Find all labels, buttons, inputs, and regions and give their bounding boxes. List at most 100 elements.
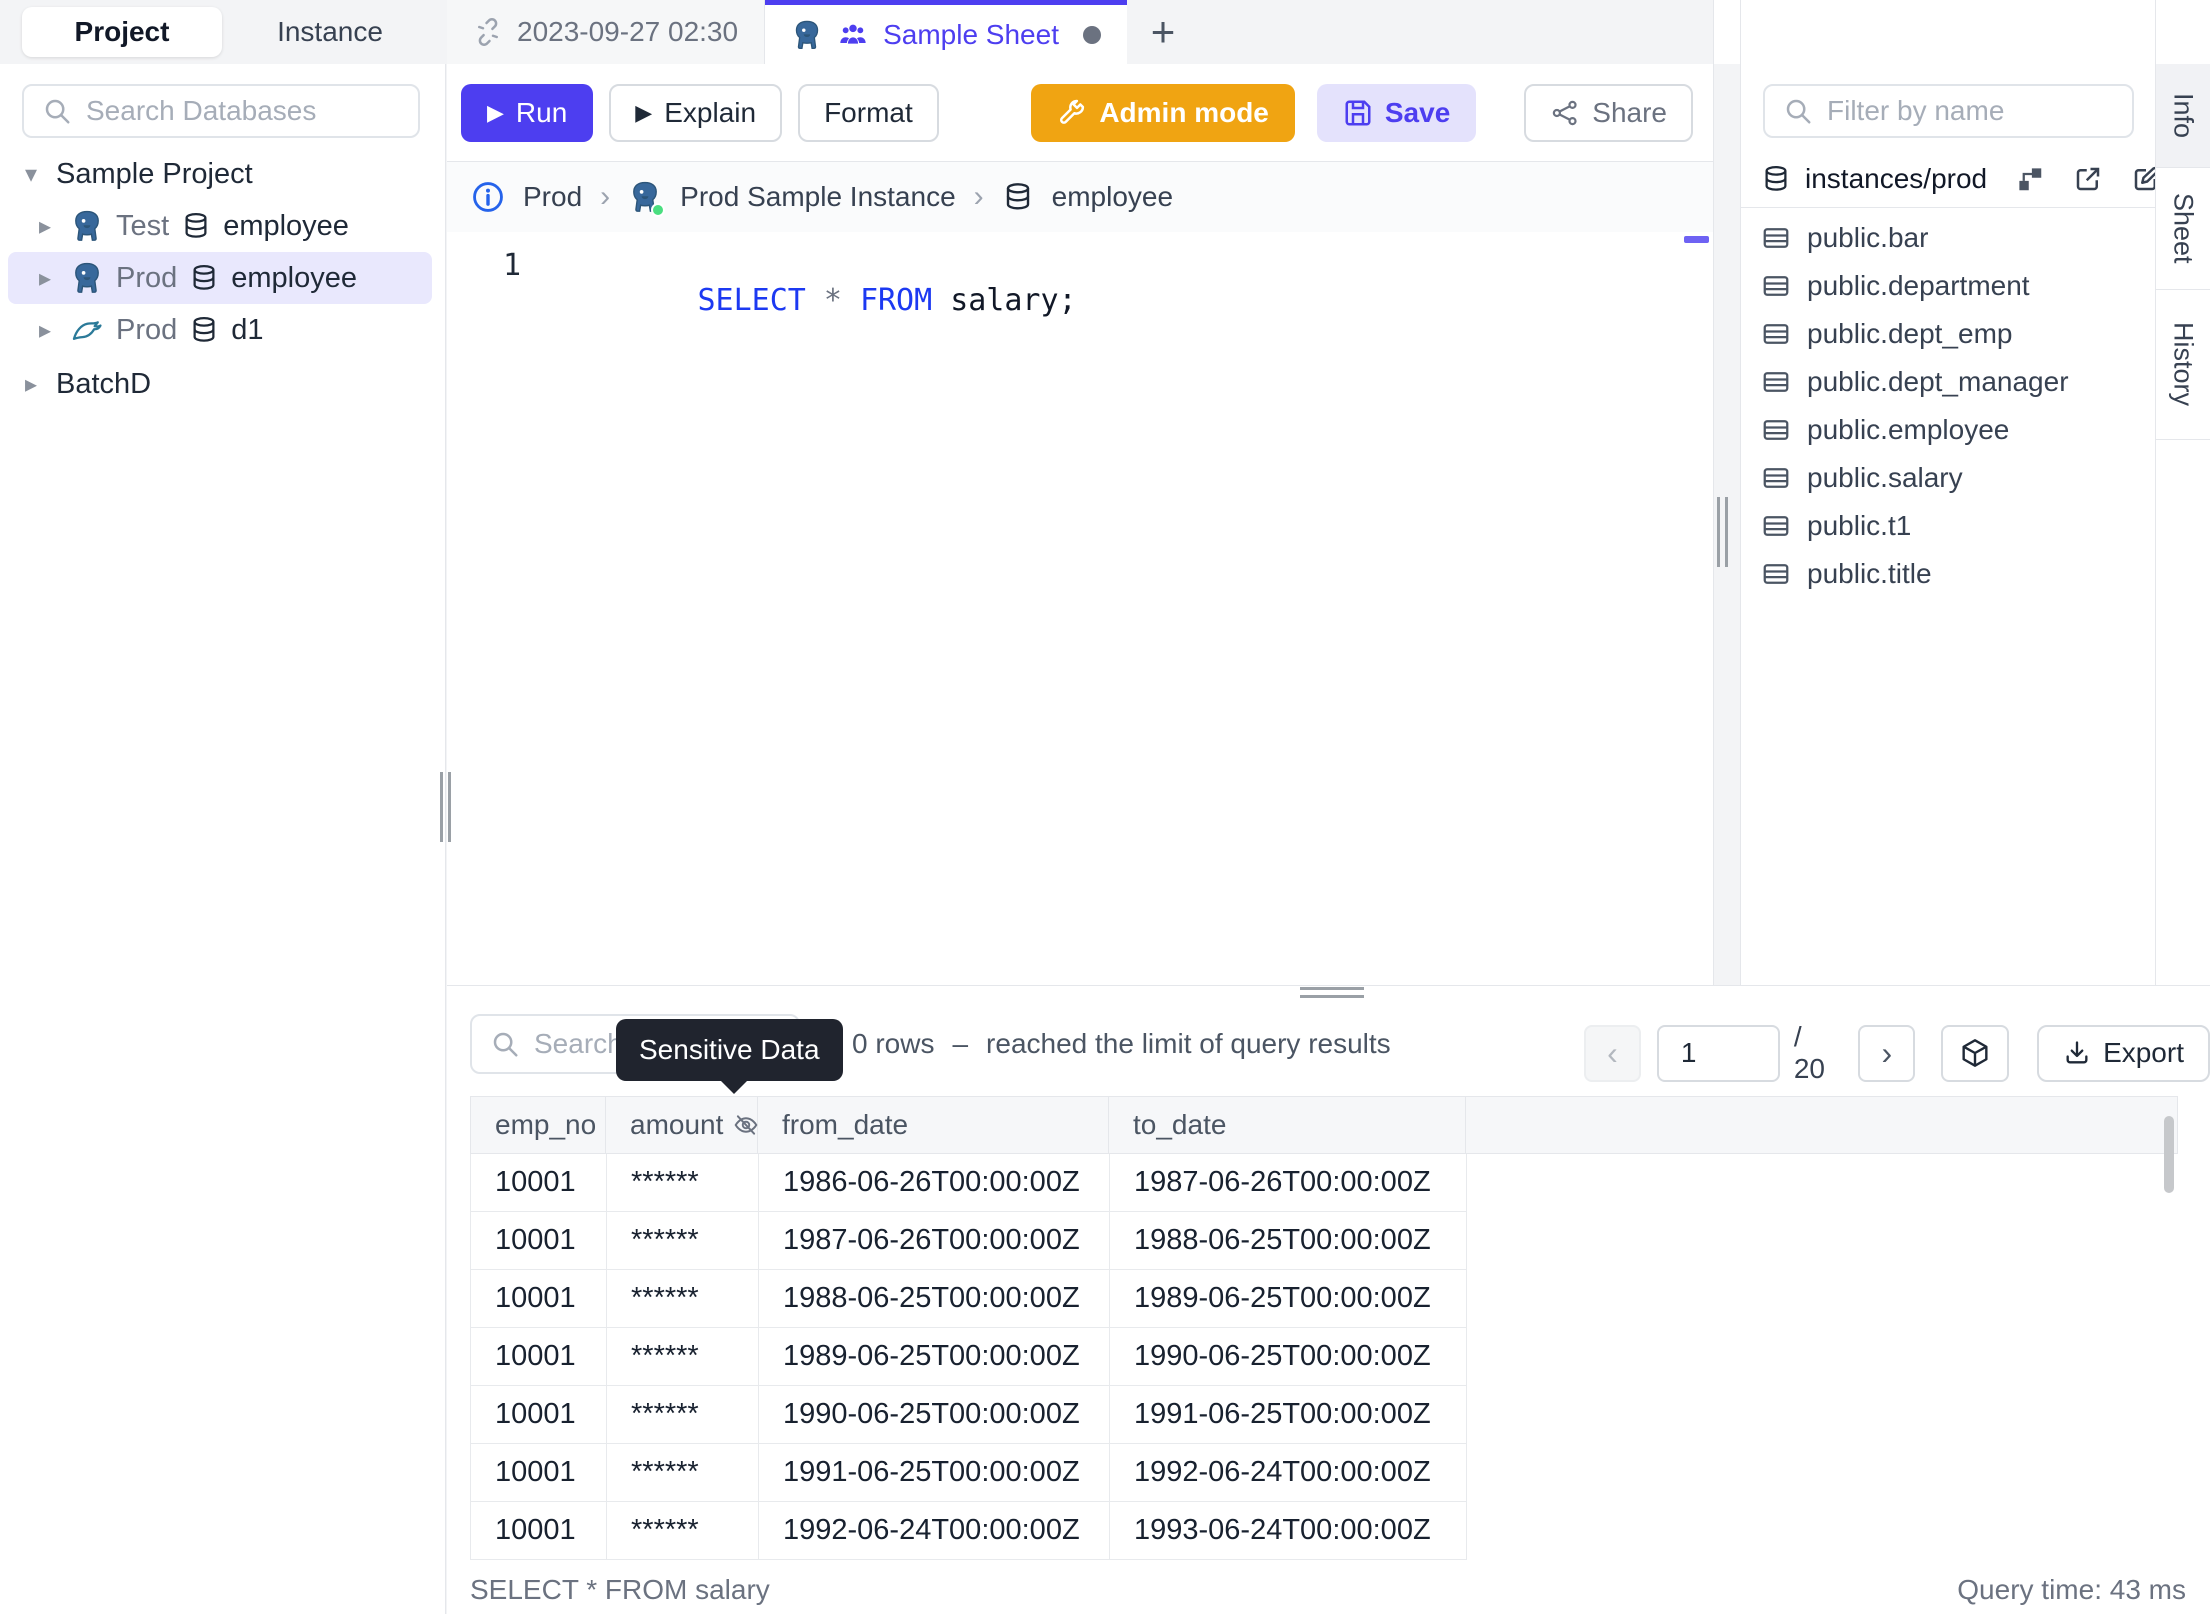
visualize-button[interactable] xyxy=(1941,1024,2010,1082)
caret-right-icon[interactable]: ▸ xyxy=(32,212,58,241)
database-icon xyxy=(189,315,219,345)
share-button[interactable]: Share xyxy=(1524,83,1693,142)
breadcrumb-database[interactable]: employee xyxy=(1052,181,1173,213)
sheet-tab-datetime[interactable]: 2023-09-27 02:30 xyxy=(447,0,766,64)
query-results-panel: 0 rows – reached the limit of query resu… xyxy=(447,985,2210,1614)
info-icon[interactable] xyxy=(471,180,505,214)
admin-mode-button[interactable]: Admin mode xyxy=(1031,83,1295,142)
connection-row: instances/prod xyxy=(1741,150,2155,208)
page-number-input[interactable] xyxy=(1656,1024,1780,1082)
tree-node-test-employee[interactable]: ▸ Test employee xyxy=(24,202,357,250)
explain-button[interactable]: ▶ Explain xyxy=(609,83,783,142)
unlink-icon xyxy=(473,17,503,47)
sheet-tab-bar: 2023-09-27 02:30 Sample Sheet + xyxy=(447,0,1713,64)
table-row[interactable]: 10001 ****** 1988-06-25T00:00:00Z 1989-06-2… xyxy=(470,1270,1467,1328)
grid-header-filler xyxy=(1466,1097,2178,1153)
external-link-icon[interactable] xyxy=(2073,164,2103,194)
schema-diagram-icon[interactable] xyxy=(2015,164,2045,194)
right-panel-resize-handle[interactable] xyxy=(1717,497,1728,567)
save-button[interactable]: Save xyxy=(1316,83,1477,142)
breadcrumb-instance[interactable]: Prod Sample Instance xyxy=(680,181,956,213)
database-icon xyxy=(1002,181,1034,213)
tab-project[interactable]: Project xyxy=(22,7,222,57)
vertical-tab-sheet[interactable]: Sheet xyxy=(2156,168,2210,290)
database-label: d1 xyxy=(231,313,264,346)
format-button[interactable]: Format xyxy=(798,83,939,142)
results-scrollbar[interactable] xyxy=(2164,1116,2174,1193)
tree-node-batchd[interactable]: ▸ BatchD xyxy=(10,360,159,408)
tree-node-prod-d1[interactable]: ▸ Prod d1 xyxy=(24,306,272,354)
table-row[interactable]: 10001 ****** 1991-06-25T00:00:00Z 1992-06-2… xyxy=(470,1444,1467,1502)
table-list: public.bar public.department public.dept… xyxy=(1741,214,2155,598)
left-sidebar: Project Instance ▾ Sample Project ▸ Test… xyxy=(0,0,446,1614)
query-time: Query time: 43 ms xyxy=(1957,1574,2186,1605)
column-header-from-date[interactable]: from_date xyxy=(758,1097,1109,1153)
table-icon xyxy=(1761,271,1791,301)
connection-name: instances/prod xyxy=(1805,162,1988,194)
database-label: employee xyxy=(231,261,358,294)
run-button[interactable]: ▶ Run xyxy=(461,83,594,142)
search-databases-input[interactable] xyxy=(86,95,400,127)
sheet-tab-sample-sheet[interactable]: Sample Sheet xyxy=(765,0,1127,64)
database-icon xyxy=(1761,164,1791,194)
filter-box xyxy=(1763,84,2134,138)
column-header-amount[interactable]: amount xyxy=(606,1097,758,1153)
sidebar-resize-handle[interactable] xyxy=(440,772,451,842)
environment-label: Test xyxy=(116,209,170,242)
table-icon xyxy=(1761,463,1791,493)
table-item[interactable]: public.salary xyxy=(1741,454,2155,502)
table-item[interactable]: public.department xyxy=(1741,262,2155,310)
play-icon: ▶ xyxy=(487,99,504,125)
people-icon xyxy=(837,19,869,51)
caret-right-icon[interactable]: ▸ xyxy=(32,316,58,345)
sql-editor[interactable]: 1 SELECT * FROM salary; xyxy=(447,232,1713,985)
eye-off-icon[interactable] xyxy=(733,1112,759,1138)
table-item[interactable]: public.t1 xyxy=(1741,502,2155,550)
table-row[interactable]: 10001 ****** 1987-06-26T00:00:00Z 1988-06-2… xyxy=(470,1212,1467,1270)
export-button[interactable]: Export xyxy=(2037,1024,2210,1082)
caret-right-icon[interactable]: ▸ xyxy=(32,264,58,293)
table-row[interactable]: 10001 ****** 1986-06-26T00:00:00Z 1987-06-2… xyxy=(470,1154,1467,1212)
table-icon xyxy=(1761,559,1791,589)
vertical-tab-history[interactable]: History xyxy=(2156,290,2210,440)
database-label: employee xyxy=(223,209,349,242)
sensitive-data-tooltip: Sensitive Data xyxy=(616,1019,843,1094)
table-row[interactable]: 10001 ****** 1990-06-25T00:00:00Z 1991-06-2… xyxy=(470,1386,1467,1444)
table-item[interactable]: public.dept_manager xyxy=(1741,358,2155,406)
filter-by-name-input[interactable] xyxy=(1827,95,2114,127)
right-vertical-tabs: Info Sheet History xyxy=(2155,0,2210,985)
table-item[interactable]: public.bar xyxy=(1741,214,2155,262)
grid-header: emp_no amount from_date to_date xyxy=(470,1096,2178,1154)
next-page-button[interactable]: › xyxy=(1858,1024,1916,1082)
tab-instance[interactable]: Instance xyxy=(230,7,430,57)
sql-editor-app: Project Instance ▾ Sample Project ▸ Test… xyxy=(0,0,2210,1614)
table-item[interactable]: public.dept_emp xyxy=(1741,310,2155,358)
breadcrumb-environment[interactable]: Prod xyxy=(523,181,582,213)
column-header-emp-no[interactable]: emp_no xyxy=(470,1097,606,1153)
table-item[interactable]: public.title xyxy=(1741,550,2155,598)
caret-down-icon[interactable]: ▾ xyxy=(18,160,44,189)
database-search-box xyxy=(22,84,420,138)
postgres-icon xyxy=(791,19,823,51)
postgres-icon xyxy=(70,209,104,243)
prev-page-button[interactable]: ‹ xyxy=(1584,1024,1641,1082)
table-item[interactable]: public.employee xyxy=(1741,406,2155,454)
tree-label: BatchD xyxy=(56,367,152,400)
editor-toolbar: ▶ Run ▶ Explain Format Admin mode Save S xyxy=(447,64,1713,162)
instance-icon-wrap xyxy=(628,180,666,217)
sql-code-line[interactable]: SELECT * FROM salary; xyxy=(553,248,1095,353)
results-resize-handle[interactable] xyxy=(1300,987,1364,998)
sql-identifier: salary; xyxy=(950,283,1077,318)
tree-node-prod-employee-selected[interactable]: ▸ Prod employee xyxy=(8,252,432,304)
tree-node-sample-project[interactable]: ▾ Sample Project xyxy=(10,150,261,198)
postgres-icon xyxy=(70,261,104,295)
table-row[interactable]: 10001 ****** 1989-06-25T00:00:00Z 1990-06-2… xyxy=(470,1328,1467,1386)
table-row[interactable]: 10001 ****** 1992-06-24T00:00:00Z 1993-06-2… xyxy=(470,1502,1467,1560)
caret-right-icon[interactable]: ▸ xyxy=(18,370,44,399)
sql-keyword: FROM xyxy=(859,283,933,318)
vertical-tab-info[interactable]: Info xyxy=(2156,64,2210,168)
tree-label: Sample Project xyxy=(56,157,253,190)
column-header-to-date[interactable]: to_date xyxy=(1109,1097,1466,1153)
new-tab-button[interactable]: + xyxy=(1127,0,1199,64)
table-icon xyxy=(1761,319,1791,349)
